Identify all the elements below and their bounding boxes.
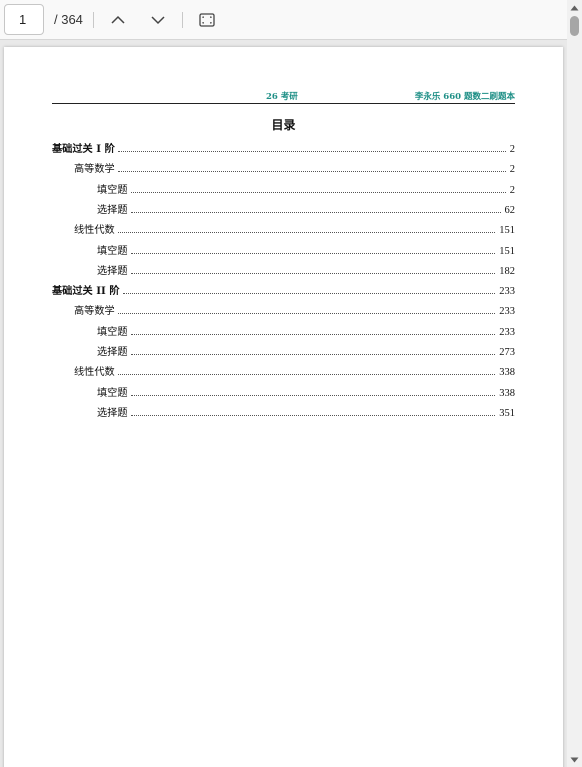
running-header: 26 考研 李永乐 660 题数二刷题本: [52, 89, 515, 104]
toc-leader-dots: [117, 150, 506, 152]
toc-leader-dots: [130, 272, 496, 274]
toc-entry-label: 基础过关 I 阶: [52, 143, 115, 155]
toc-entry-label: 填空题: [97, 245, 128, 257]
toc-entry[interactable]: 填空题 338: [97, 385, 515, 399]
page-total-label: / 364: [54, 12, 83, 27]
toc-entry-page-number: 151: [499, 225, 515, 237]
toolbar-divider: [182, 12, 183, 28]
toc-leader-dots: [130, 414, 496, 416]
toc-entry-page-number: 2: [509, 184, 515, 196]
toc-leader-dots: [130, 252, 496, 254]
toc-entry-label: 填空题: [97, 184, 128, 196]
toc-leader-dots: [130, 394, 496, 396]
toc-entry-page-number: 2: [509, 164, 515, 176]
toc-entry[interactable]: 选择题 62: [97, 202, 515, 216]
toc-entry-page-number: 351: [499, 407, 515, 419]
toc-leader-dots: [130, 333, 496, 335]
toc-leader-dots: [122, 292, 496, 295]
toc-entry-label: 选择题: [97, 204, 128, 216]
pdf-page: 26 考研 李永乐 660 题数二刷题本 目录 基础过关 I 阶 2 高等数学 2 填空…: [4, 47, 563, 767]
toc-entry-label: 线性代数: [74, 367, 115, 379]
toc-entry-page-number: 233: [499, 286, 515, 298]
toc-leader-dots: [117, 373, 496, 376]
toc-entry[interactable]: 基础过关 II 阶 233: [52, 283, 515, 297]
toc-entry[interactable]: 高等数学 2: [74, 161, 515, 175]
pdf-toolbar: / 364: [0, 0, 567, 40]
toc-entry[interactable]: 选择题 182: [97, 263, 515, 277]
toc-entry-label: 高等数学: [74, 164, 115, 176]
toc-leader-dots: [117, 312, 496, 315]
toolbar-divider: [93, 12, 94, 28]
toc-leader-dots: [130, 353, 496, 355]
fit-page-icon: [199, 13, 215, 27]
scroll-up-button[interactable]: [567, 0, 582, 15]
toc-entry-label: 选择题: [97, 407, 128, 419]
toc-entry-page-number: 2: [509, 144, 515, 155]
toc-leader-dots: [130, 211, 501, 213]
toc-entry-page-number: 151: [499, 245, 515, 257]
toc-entry[interactable]: 线性代数 338: [74, 364, 515, 378]
fit-page-button[interactable]: [193, 6, 221, 34]
toc-entry-page-number: 182: [499, 265, 515, 277]
chevron-up-icon: [111, 15, 125, 24]
next-page-button[interactable]: [144, 6, 172, 34]
toc-entry[interactable]: 线性代数 151: [74, 222, 515, 236]
triangle-up-icon: [570, 5, 579, 10]
toc-entry-label: 基础过关 II 阶: [52, 285, 120, 298]
toc-entry-label: 填空题: [97, 326, 128, 338]
toc-entry[interactable]: 填空题 151: [97, 243, 515, 257]
toc-entry[interactable]: 基础过关 I 阶 2: [52, 141, 515, 155]
toc-leader-dots: [117, 231, 496, 234]
toc-entry[interactable]: 选择题 351: [97, 405, 515, 419]
toc-entry-page-number: 62: [504, 204, 516, 216]
toc-title: 目录: [271, 118, 296, 132]
toc-leader-dots: [117, 170, 506, 173]
vertical-scrollbar[interactable]: [567, 0, 582, 767]
toc-entry-page-number: 338: [499, 387, 515, 399]
toc-entry[interactable]: 高等数学 233: [74, 303, 515, 317]
toc-entry[interactable]: 填空题 233: [97, 324, 515, 338]
toc-entry[interactable]: 填空题 2: [97, 182, 515, 196]
page-number-input[interactable]: [4, 4, 44, 35]
header-exam-label: 26 考研: [266, 92, 298, 102]
toc-leader-dots: [130, 191, 506, 193]
toc-entry-page-number: 273: [499, 347, 515, 358]
previous-page-button[interactable]: [104, 6, 132, 34]
pdf-viewer: / 364 26 考研 李永乐 660 题数二刷题本: [0, 0, 582, 767]
toc-entry-page-number: 338: [499, 367, 515, 379]
chevron-down-icon: [151, 16, 165, 25]
toc-entry-label: 选择题: [97, 347, 128, 358]
scroll-thumb[interactable]: [570, 16, 579, 36]
toc-entry-label: 选择题: [97, 265, 128, 277]
toc-entry-page-number: 233: [499, 326, 515, 338]
toc-entry-label: 填空题: [97, 387, 128, 399]
header-book-title: 李永乐 660 题数二刷题本: [414, 92, 515, 102]
toc-entry-label: 线性代数: [74, 225, 115, 237]
toc-entry[interactable]: 选择题 273: [97, 344, 515, 358]
scroll-down-button[interactable]: [567, 752, 582, 767]
toc-entry-page-number: 233: [499, 306, 515, 318]
toc-entry-label: 高等数学: [74, 306, 115, 318]
triangle-down-icon: [570, 757, 579, 762]
